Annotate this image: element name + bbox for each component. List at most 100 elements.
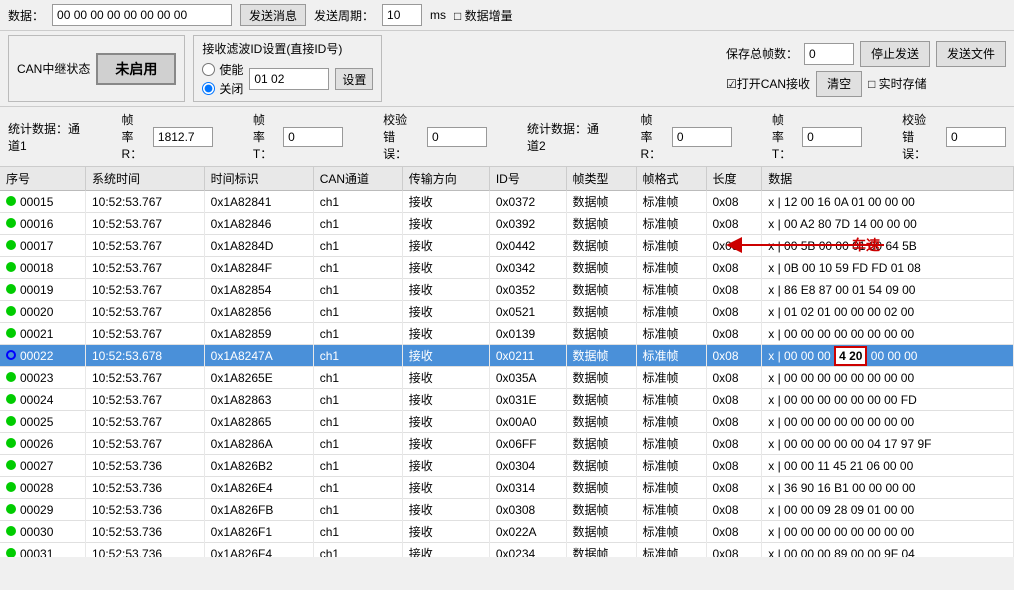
table-row[interactable]: 0001910:52:53.7670x1A82854ch1接收0x0352数据帧… <box>0 279 1014 301</box>
table-row[interactable]: 0001510:52:53.7670x1A82841ch1接收0x0372数据帧… <box>0 191 1014 213</box>
row-dir: 接收 <box>402 499 489 521</box>
stats-ch2-check-error-input[interactable] <box>946 127 1006 147</box>
table-row[interactable]: 0002010:52:53.7670x1A82856ch1接收0x0521数据帧… <box>0 301 1014 323</box>
row-data: x | 00 00 00 00 00 00 00 00 <box>762 521 1014 543</box>
row-frametype: 数据帧 <box>566 433 636 455</box>
stats-ch2-frame-r-input[interactable] <box>672 127 732 147</box>
row-frameformat: 标准帧 <box>636 389 706 411</box>
row-channel: ch1 <box>313 279 402 301</box>
blue-dot <box>6 350 16 360</box>
send-msg-button[interactable]: 发送消息 <box>240 4 306 26</box>
stats-ch1-check-error-input[interactable] <box>427 127 487 147</box>
row-frametype: 数据帧 <box>566 521 636 543</box>
green-dot <box>6 504 16 514</box>
green-dot <box>6 328 16 338</box>
row-dot-cell: 00022 <box>0 345 86 367</box>
row-timeid: 0x1A82841 <box>204 191 313 213</box>
row-frameformat: 标准帧 <box>636 301 706 323</box>
open-can-checkbox-label[interactable]: ☑打开CAN接收 <box>726 75 810 92</box>
table-row[interactable]: 0001810:52:53.7670x1A8284Fch1接收0x0342数据帧… <box>0 257 1014 279</box>
row-systime: 10:52:53.767 <box>86 257 205 279</box>
stats-ch1-frame-r-input[interactable] <box>153 127 213 147</box>
col-header-frametype: 帧类型 <box>566 167 636 191</box>
row-canid: 0x0352 <box>489 279 566 301</box>
row-frameformat: 标准帧 <box>636 367 706 389</box>
row-seq: 00028 <box>20 481 53 495</box>
table-row[interactable]: 0003010:52:53.7360x1A826F1ch1接收0x022A数据帧… <box>0 521 1014 543</box>
row-channel: ch1 <box>313 257 402 279</box>
col-header-len: 长度 <box>706 167 762 191</box>
row-frametype: 数据帧 <box>566 499 636 521</box>
table-row[interactable]: 0002110:52:53.7670x1A82859ch1接收0x0139数据帧… <box>0 323 1014 345</box>
row-timeid: 0x1A82863 <box>204 389 313 411</box>
car-speed-arrow-svg <box>884 235 964 255</box>
send-file-button[interactable]: 发送文件 <box>936 41 1006 67</box>
row-data: x | 00 00 00 00 00 00 00 00 <box>762 367 1014 389</box>
row-dir: 接收 <box>402 543 489 558</box>
row-timeid: 0x1A82856 <box>204 301 313 323</box>
row-dot-cell: 00029 <box>0 499 86 521</box>
control-section: CAN中继状态 未启用 接收滤波ID设置(直接ID号) 使能 关闭 设置 <box>0 31 1014 107</box>
row-frameformat: 标准帧 <box>636 191 706 213</box>
filter-close-radio[interactable]: 关闭 <box>202 80 243 97</box>
row-len: 0x08 <box>706 543 762 558</box>
row-len: 0x08 <box>706 323 762 345</box>
table-row[interactable]: 0001610:52:53.7670x1A82846ch1接收0x0392数据帧… <box>0 213 1014 235</box>
table-row[interactable]: 0002610:52:53.7670x1A8286Ach1接收0x06FF数据帧… <box>0 433 1014 455</box>
row-seq: 00021 <box>20 327 53 341</box>
filter-enable-radio[interactable]: 使能 <box>202 61 243 78</box>
stats-ch2-check-error: 校验错误： <box>902 111 1006 162</box>
table-row[interactable]: 0002210:52:53.6780x1A8247Ach1接收0x0211数据帧… <box>0 345 1014 367</box>
table-row[interactable]: 0002410:52:53.7670x1A82863ch1接收0x031E数据帧… <box>0 389 1014 411</box>
row-dot-cell: 00028 <box>0 477 86 499</box>
highlighted-cell: 4 20 <box>834 346 867 366</box>
save-total-input[interactable] <box>804 43 854 65</box>
row-systime: 10:52:53.736 <box>86 455 205 477</box>
row-channel: ch1 <box>313 543 402 558</box>
send-period-input[interactable] <box>382 4 422 26</box>
row-dir: 接收 <box>402 257 489 279</box>
row-canid: 0x022A <box>489 521 566 543</box>
enable-radio-input[interactable] <box>202 63 215 76</box>
row-timeid: 0x1A826F4 <box>204 543 313 558</box>
stop-send-button[interactable]: 停止发送 <box>860 41 930 67</box>
row-canid: 0x0304 <box>489 455 566 477</box>
table-row[interactable]: 0003110:52:53.7360x1A826F4ch1接收0x0234数据帧… <box>0 543 1014 558</box>
row-canid: 0x0211 <box>489 345 566 367</box>
row-timeid: 0x1A8265E <box>204 367 313 389</box>
row-channel: ch1 <box>313 235 402 257</box>
row-canid: 0x0521 <box>489 301 566 323</box>
row-seq: 00027 <box>20 459 53 473</box>
row-seq: 00024 <box>20 393 53 407</box>
row-channel: ch1 <box>313 345 402 367</box>
stats-ch2-frame-t-input[interactable] <box>802 127 862 147</box>
row-data: x | 00 00 00 00 00 00 00 00 <box>762 411 1014 433</box>
row-frameformat: 标准帧 <box>636 279 706 301</box>
can-status-button[interactable]: 未启用 <box>96 53 176 85</box>
table-row[interactable]: 0002810:52:53.7360x1A826E4ch1接收0x0314数据帧… <box>0 477 1014 499</box>
table-row[interactable]: 0002710:52:53.7360x1A826B2ch1接收0x0304数据帧… <box>0 455 1014 477</box>
row-frametype: 数据帧 <box>566 411 636 433</box>
row-timeid: 0x1A826F1 <box>204 521 313 543</box>
row-len: 0x08 <box>706 521 762 543</box>
row-seq: 00022 <box>20 349 53 363</box>
stats-ch1-frame-t-input[interactable] <box>283 127 343 147</box>
green-dot <box>6 482 16 492</box>
table-row[interactable]: 0002510:52:53.7670x1A82865ch1接收0x00A0数据帧… <box>0 411 1014 433</box>
filter-id-input[interactable] <box>249 68 329 90</box>
row-frameformat: 标准帧 <box>636 411 706 433</box>
row-data: x | 12 00 16 0A 01 00 00 00 <box>762 191 1014 213</box>
row-timeid: 0x1A826FB <box>204 499 313 521</box>
row-data: x | 86 E8 87 00 01 54 09 00 <box>762 279 1014 301</box>
close-radio-input[interactable] <box>202 82 215 95</box>
filter-set-button[interactable]: 设置 <box>335 68 373 90</box>
clear-button[interactable]: 清空 <box>816 71 862 97</box>
row-dir: 接收 <box>402 389 489 411</box>
data-input[interactable] <box>52 4 232 26</box>
row-channel: ch1 <box>313 301 402 323</box>
save-total-label: 保存总帧数： <box>726 45 798 62</box>
row-canid: 0x0234 <box>489 543 566 558</box>
table-row[interactable]: 0002910:52:53.7360x1A826FBch1接收0x0308数据帧… <box>0 499 1014 521</box>
row-canid: 0x0442 <box>489 235 566 257</box>
table-row[interactable]: 0002310:52:53.7670x1A8265Ech1接收0x035A数据帧… <box>0 367 1014 389</box>
